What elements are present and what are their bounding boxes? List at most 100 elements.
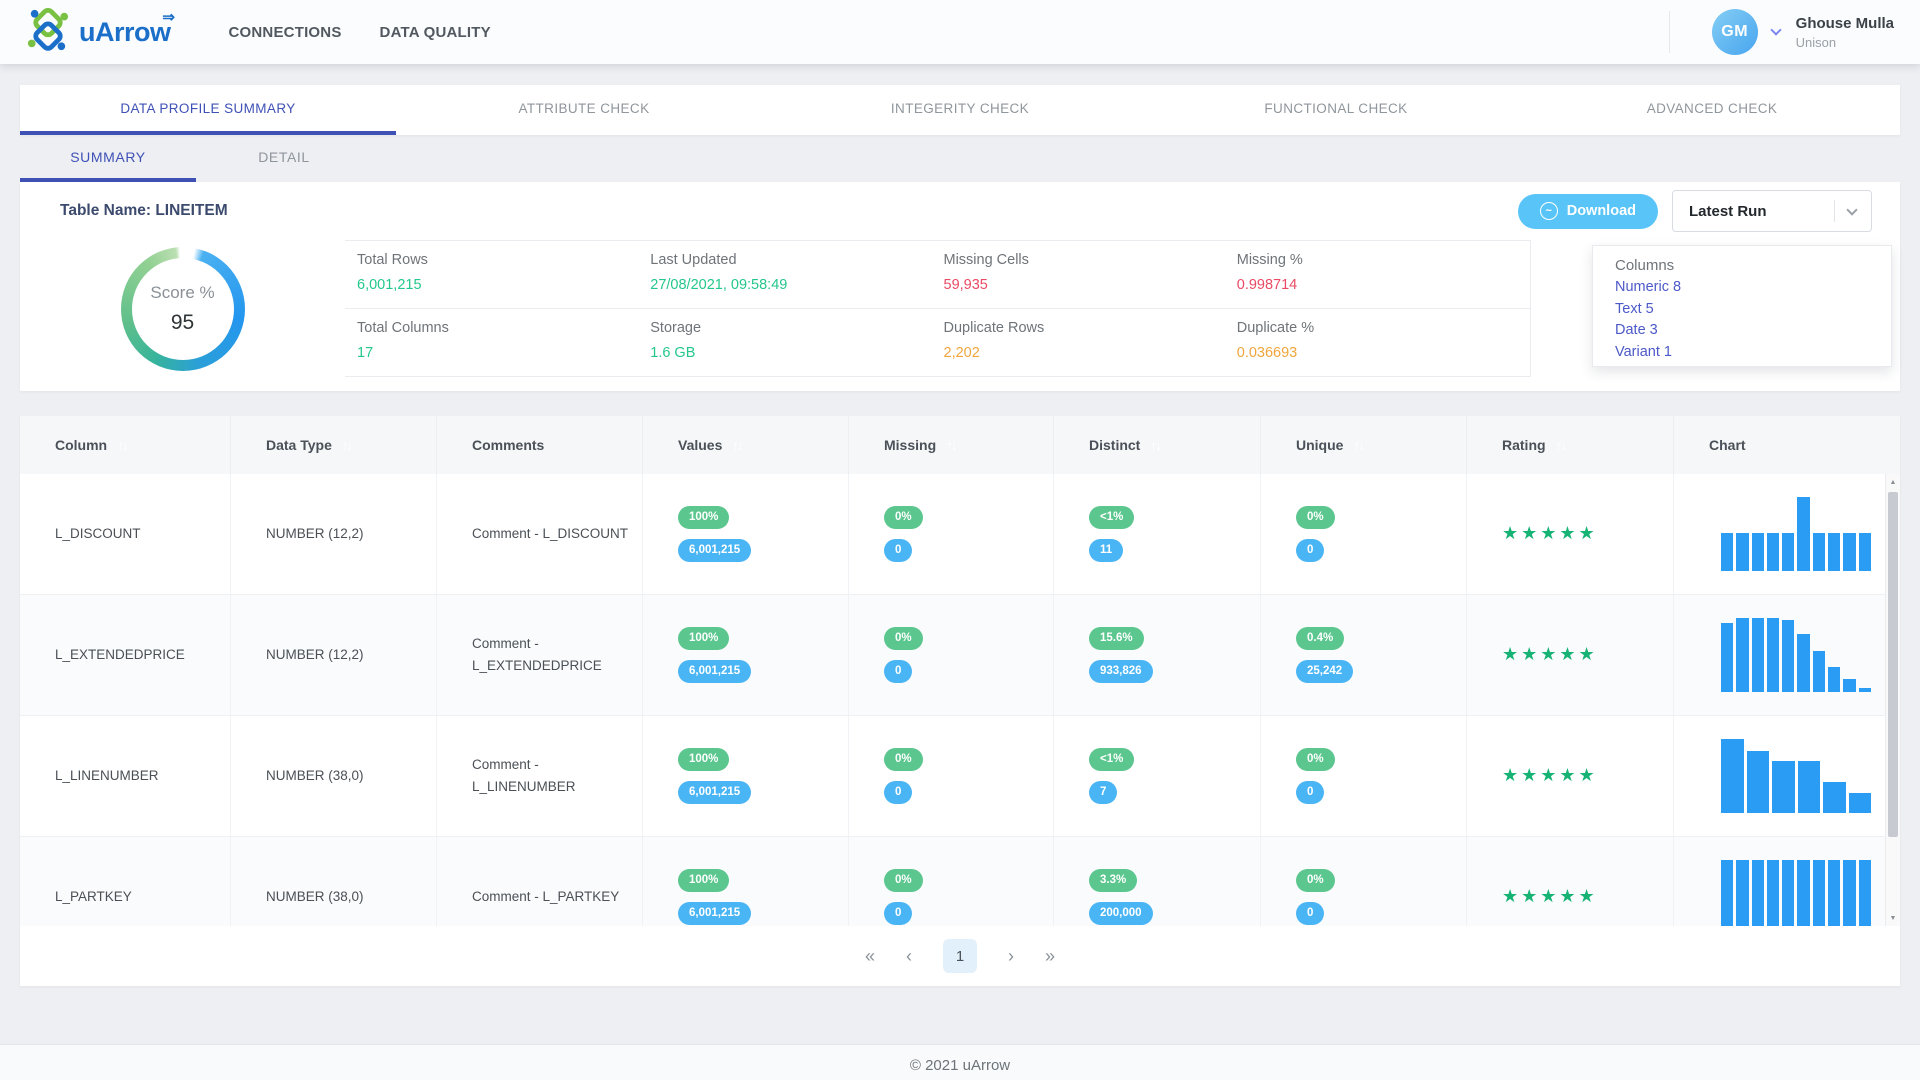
pagination: « ‹ 1 › »	[20, 926, 1900, 986]
user-area: GM Ghouse Mulla Unison	[1669, 9, 1894, 55]
rating-stars: ★★★★★	[1502, 640, 1598, 670]
values-percent-badge: 100%	[678, 506, 729, 529]
histogram-bar	[1859, 688, 1871, 692]
summary-detail-tabs: SUMMARY DETAIL	[20, 135, 1900, 182]
cell-distinct: 15.6% 933,826	[1053, 595, 1260, 715]
stat-missing-cells: Missing Cells 59,935	[944, 252, 1237, 293]
column-header-label: Comments	[472, 437, 544, 453]
score-value: 95	[171, 311, 194, 335]
columns-panel-title: Columns	[1615, 257, 1891, 274]
distinct-percent-badge: <1%	[1089, 506, 1134, 529]
scroll-down-icon[interactable]: ▼	[1886, 910, 1900, 926]
tab-integerity-check[interactable]: INTEGERITY CHECK	[772, 85, 1148, 135]
cell-comments: Comment - L_LINENUMBER	[436, 716, 642, 836]
sort-icon[interactable]: ↑↓	[1150, 438, 1160, 453]
sort-icon[interactable]: ↑↓	[732, 438, 742, 453]
nav-item-data-quality[interactable]: DATA QUALITY	[380, 24, 491, 41]
sort-icon[interactable]: ↑↓	[946, 438, 956, 453]
cell-column: L_PARTKEY	[20, 837, 230, 926]
current-page[interactable]: 1	[943, 939, 977, 973]
table-row: L_LINENUMBERNUMBER (38,0)Comment - L_LIN…	[20, 716, 1885, 837]
tab-data-profile-summary[interactable]: DATA PROFILE SUMMARY	[20, 85, 396, 135]
table-row: L_DISCOUNTNUMBER (12,2)Comment - L_DISCO…	[20, 474, 1885, 595]
scrollbar-thumb[interactable]	[1888, 492, 1898, 837]
first-page-button[interactable]: «	[865, 947, 875, 965]
copyright: © 2021 uArrow	[910, 1057, 1010, 1074]
cell-comments: Comment - L_DISCOUNT	[436, 474, 642, 594]
column-header-comments: Comments	[436, 416, 642, 474]
cell-chart	[1673, 716, 1885, 836]
column-header-label: Unique	[1296, 437, 1343, 453]
column-header-label: Column	[55, 437, 107, 453]
sort-icon[interactable]: ↑↓	[342, 438, 352, 453]
histogram-bar	[1736, 533, 1748, 571]
next-page-button[interactable]: ›	[1008, 947, 1014, 965]
subtab-summary[interactable]: SUMMARY	[20, 135, 196, 182]
columns-link-variant[interactable]: Variant 1	[1615, 342, 1891, 364]
histogram-chart	[1721, 618, 1871, 692]
column-header-unique: Unique ↑↓	[1260, 416, 1466, 474]
histogram-bar	[1721, 533, 1733, 571]
score-gauge: Score % 95	[20, 240, 345, 377]
sort-icon[interactable]: ↑↓	[1353, 438, 1363, 453]
columns-dropdown-panel: Columns Numeric 8 Text 5 Date 3 Variant …	[1592, 245, 1892, 367]
download-button[interactable]: ~ Download	[1518, 194, 1658, 229]
tab-advanced-check[interactable]: ADVANCED CHECK	[1524, 85, 1900, 135]
distinct-percent-badge: 15.6%	[1089, 627, 1144, 650]
column-header-label: Chart	[1709, 437, 1746, 453]
cell-missing: 0%0	[848, 716, 1053, 836]
columns-link-date[interactable]: Date 3	[1615, 320, 1891, 342]
last-page-button[interactable]: »	[1045, 947, 1055, 965]
tab-functional-check[interactable]: FUNCTIONAL CHECK	[1148, 85, 1524, 135]
histogram-bar	[1813, 533, 1825, 571]
table-row: L_PARTKEYNUMBER (38,0)Comment - L_PARTKE…	[20, 837, 1885, 926]
column-header-label: Missing	[884, 437, 936, 453]
prev-page-button[interactable]: ‹	[906, 947, 912, 965]
table-body: L_DISCOUNTNUMBER (12,2)Comment - L_DISCO…	[20, 474, 1900, 926]
scroll-up-icon[interactable]: ▲	[1886, 474, 1900, 490]
app-logo[interactable]: uArrow⇒	[26, 8, 171, 57]
histogram-bar	[1767, 860, 1779, 926]
missing-percent-badge: 0%	[884, 506, 923, 529]
avatar[interactable]: GM	[1712, 9, 1758, 55]
run-select[interactable]: Latest Run	[1672, 190, 1872, 232]
histogram-bar	[1736, 618, 1748, 692]
check-tabs: DATA PROFILE SUMMARY ATTRIBUTE CHECK INT…	[20, 85, 1900, 135]
rating-stars: ★★★★★	[1502, 519, 1598, 549]
columns-link-numeric[interactable]: Numeric 8	[1615, 277, 1891, 299]
cell-distinct: 3.3%200,000	[1053, 837, 1260, 926]
stat-missing-pct: Missing % 0.998714	[1237, 252, 1530, 293]
logo-text: uArrow⇒	[79, 17, 171, 48]
histogram-bar	[1813, 860, 1825, 926]
sort-icon[interactable]: ↑↓	[1556, 438, 1566, 453]
score-label: Score %	[150, 283, 214, 303]
histogram-bar	[1721, 739, 1744, 813]
divider	[1834, 200, 1835, 222]
run-select-value: Latest Run	[1689, 203, 1834, 220]
columns-link-text[interactable]: Text 5	[1615, 299, 1891, 321]
values-count-badge: 6,001,215	[678, 902, 751, 925]
nav-item-connections[interactable]: CONNECTIONS	[229, 24, 342, 41]
values-percent-badge: 100%	[678, 627, 729, 650]
cell-rating: ★★★★★	[1466, 474, 1673, 594]
unique-count-badge: 0	[1296, 902, 1324, 925]
stat-duplicate-pct: Duplicate % 0.036693	[1237, 320, 1530, 361]
values-percent-badge: 100%	[678, 869, 729, 892]
stat-duplicate-rows: Duplicate Rows 2,202	[944, 320, 1237, 361]
histogram-bar	[1813, 651, 1825, 692]
histogram-bar	[1782, 860, 1794, 926]
subtab-detail[interactable]: DETAIL	[196, 135, 372, 182]
missing-percent-badge: 0%	[884, 748, 923, 771]
chevron-down-icon[interactable]	[1770, 24, 1781, 35]
distinct-count-badge: 933,826	[1089, 660, 1153, 683]
column-header-chart: Chart	[1673, 416, 1900, 474]
histogram-bar	[1721, 860, 1733, 926]
histogram-bar	[1721, 623, 1733, 692]
table-scrollbar[interactable]: ▲ ▼	[1885, 474, 1900, 926]
histogram-bar	[1782, 620, 1794, 692]
cell-distinct: <1%11	[1053, 474, 1260, 594]
tab-attribute-check[interactable]: ATTRIBUTE CHECK	[396, 85, 772, 135]
cell-missing: 0%0	[848, 474, 1053, 594]
histogram-bar	[1752, 618, 1764, 692]
sort-icon[interactable]: ↑↓	[117, 438, 127, 453]
